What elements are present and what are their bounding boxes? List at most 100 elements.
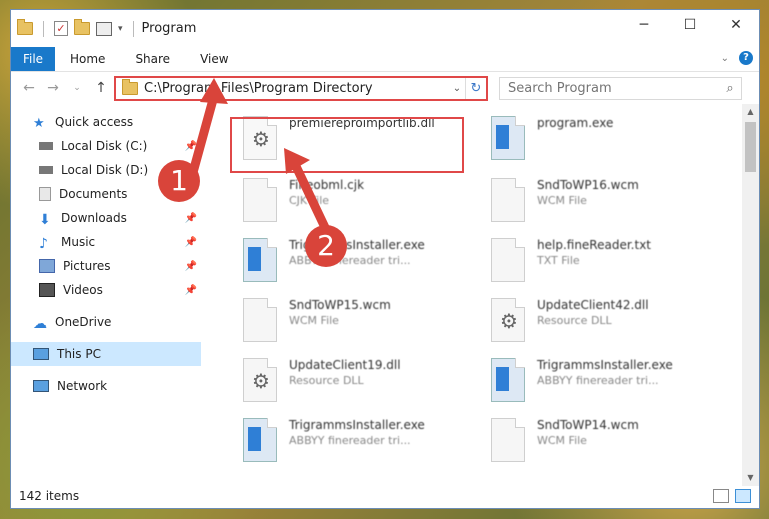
sidebar-item-pictures[interactable]: Pictures 📌 (11, 254, 201, 278)
large-icons-view-icon[interactable] (735, 489, 751, 503)
step-2-badge: 2 (305, 225, 347, 267)
file-name: Fineobml.cjk (289, 178, 365, 192)
exe-file-icon (491, 358, 525, 402)
vertical-scrollbar[interactable]: ▲ ▼ (742, 104, 759, 486)
documents-icon (39, 187, 51, 201)
maximize-button[interactable]: ☐ (667, 10, 713, 40)
list-item[interactable]: SndToWP16.wcm WCM File (479, 174, 719, 230)
list-item[interactable]: TrigrammsInstaller.exe ABBYY finereader … (231, 234, 471, 290)
step-1-badge: 1 (158, 160, 200, 202)
list-item[interactable]: TrigrammsInstaller.exe ABBYY finereader … (479, 354, 719, 410)
ribbon-tabs: File Home Share View ⌄ ? (11, 47, 759, 72)
sidebar-item-label: Downloads (61, 211, 127, 225)
address-bar[interactable]: C:\Program Files\Program Directory ⌄ ↻ (114, 76, 488, 101)
title-bar: ✓ ▾ Program ─ ☐ ✕ (11, 10, 759, 47)
sidebar-item-label: Documents (59, 187, 128, 201)
view-props-icon[interactable] (96, 21, 112, 36)
folder-icon (17, 19, 33, 35)
file-name: help.fineReader.txt (537, 238, 651, 252)
navigation-bar: ← → ⌄ ↑ C:\Program Files\Program Directo… (11, 72, 759, 104)
scroll-thumb[interactable] (745, 122, 756, 172)
customize-dropdown-icon[interactable]: ▾ (118, 24, 123, 34)
file-icon (491, 178, 525, 222)
sidebar-item-local-disk-c[interactable]: Local Disk (C:) 📌 (11, 134, 201, 158)
file-type: WCM File (289, 314, 339, 327)
pin-icon[interactable]: 📌 (185, 261, 197, 272)
sidebar-item-this-pc[interactable]: This PC (11, 342, 201, 366)
details-view-icon[interactable] (713, 489, 729, 503)
list-item[interactable]: Fineobml.cjk CJK File (231, 174, 471, 230)
file-name: TrigrammsInstaller.exe (289, 418, 425, 432)
refresh-icon[interactable]: ↻ (465, 78, 486, 99)
sidebar-item-label: Local Disk (C:) (61, 139, 148, 153)
list-item[interactable]: help.fineReader.txt TXT File (479, 234, 719, 290)
sidebar-item-label: Quick access (55, 115, 134, 129)
exe-file-icon (491, 116, 525, 160)
forward-arrow-icon[interactable]: → (41, 80, 65, 96)
search-icon[interactable]: ⌕ (719, 81, 741, 96)
download-icon: ⬇ (39, 212, 51, 228)
file-name: SndToWP14.wcm (537, 418, 639, 432)
tab-view[interactable]: View (185, 47, 243, 71)
file-type: Resource DLL (289, 374, 364, 387)
pin-icon[interactable]: 📌 (185, 237, 197, 248)
back-arrow-icon[interactable]: ← (17, 80, 41, 96)
file-name: UpdateClient42.dll (537, 298, 649, 312)
sidebar-item-label: Local Disk (D:) (61, 163, 149, 177)
file-name: UpdateClient19.dll (289, 358, 401, 372)
list-item[interactable]: SndToWP14.wcm WCM File (479, 414, 719, 470)
sidebar-item-onedrive[interactable]: ☁ OneDrive (11, 310, 201, 334)
separator (132, 20, 134, 37)
scroll-up-icon[interactable]: ▲ (742, 104, 759, 120)
drive-icon (39, 166, 53, 174)
file-icon (491, 418, 525, 462)
sidebar-item-quick-access[interactable]: ★ Quick access (11, 110, 201, 134)
pin-icon[interactable]: 📌 (185, 285, 197, 296)
list-item[interactable]: UpdateClient42.dll Resource DLL (479, 294, 719, 350)
pin-icon[interactable]: 📌 (185, 213, 197, 224)
cloud-icon: ☁ (33, 316, 47, 332)
sidebar-item-music[interactable]: ♪ Music 📌 (11, 230, 201, 254)
pin-icon[interactable]: 📌 (185, 141, 197, 152)
address-dropdown-icon[interactable]: ⌄ (449, 83, 465, 94)
quick-access-toolbar: ✓ ▾ (11, 19, 138, 37)
videos-icon (39, 283, 55, 297)
window-controls: ─ ☐ ✕ (621, 10, 759, 40)
pictures-icon (39, 259, 55, 273)
up-arrow-icon[interactable]: ↑ (89, 80, 113, 96)
recent-locations-icon[interactable]: ⌄ (65, 83, 89, 93)
sidebar-item-label: Videos (63, 283, 103, 297)
dll-file-icon (243, 358, 277, 402)
ribbon-right: ⌄ ? (721, 51, 753, 65)
help-icon[interactable]: ? (739, 51, 753, 65)
list-item[interactable]: SndToWP15.wcm WCM File (231, 294, 471, 350)
new-folder-icon[interactable] (74, 19, 90, 35)
sidebar-item-network[interactable]: Network (11, 374, 201, 398)
tab-file[interactable]: File (11, 47, 55, 71)
properties-check-icon[interactable]: ✓ (54, 21, 68, 36)
list-item[interactable]: UpdateClient19.dll Resource DLL (231, 354, 471, 410)
folder-icon (122, 79, 138, 95)
file-name: TrigrammsInstaller.exe (537, 358, 673, 372)
file-name: SndToWP16.wcm (537, 178, 639, 192)
list-item[interactable]: TrigrammsInstaller.exe ABBYY finereader … (231, 414, 471, 470)
tab-share[interactable]: Share (120, 47, 185, 71)
star-icon: ★ (33, 116, 45, 131)
search-box[interactable]: ⌕ (499, 77, 742, 100)
expand-ribbon-icon[interactable]: ⌄ (721, 53, 729, 64)
exe-file-icon (243, 418, 277, 462)
item-count: 142 items (19, 489, 80, 503)
view-switcher (713, 489, 751, 503)
sidebar-item-label: Music (61, 235, 96, 249)
list-item[interactable]: program.exe (479, 112, 719, 168)
search-input[interactable] (500, 80, 719, 97)
address-path[interactable]: C:\Program Files\Program Directory (144, 81, 449, 96)
selected-file-highlight (230, 117, 464, 173)
sidebar-item-videos[interactable]: Videos 📌 (11, 278, 201, 302)
tab-home[interactable]: Home (55, 47, 120, 71)
file-type: CJK File (289, 194, 330, 207)
minimize-button[interactable]: ─ (621, 10, 667, 40)
close-button[interactable]: ✕ (713, 10, 759, 40)
sidebar-item-downloads[interactable]: ⬇ Downloads 📌 (11, 206, 201, 230)
sidebar-item-label: Pictures (63, 259, 111, 273)
